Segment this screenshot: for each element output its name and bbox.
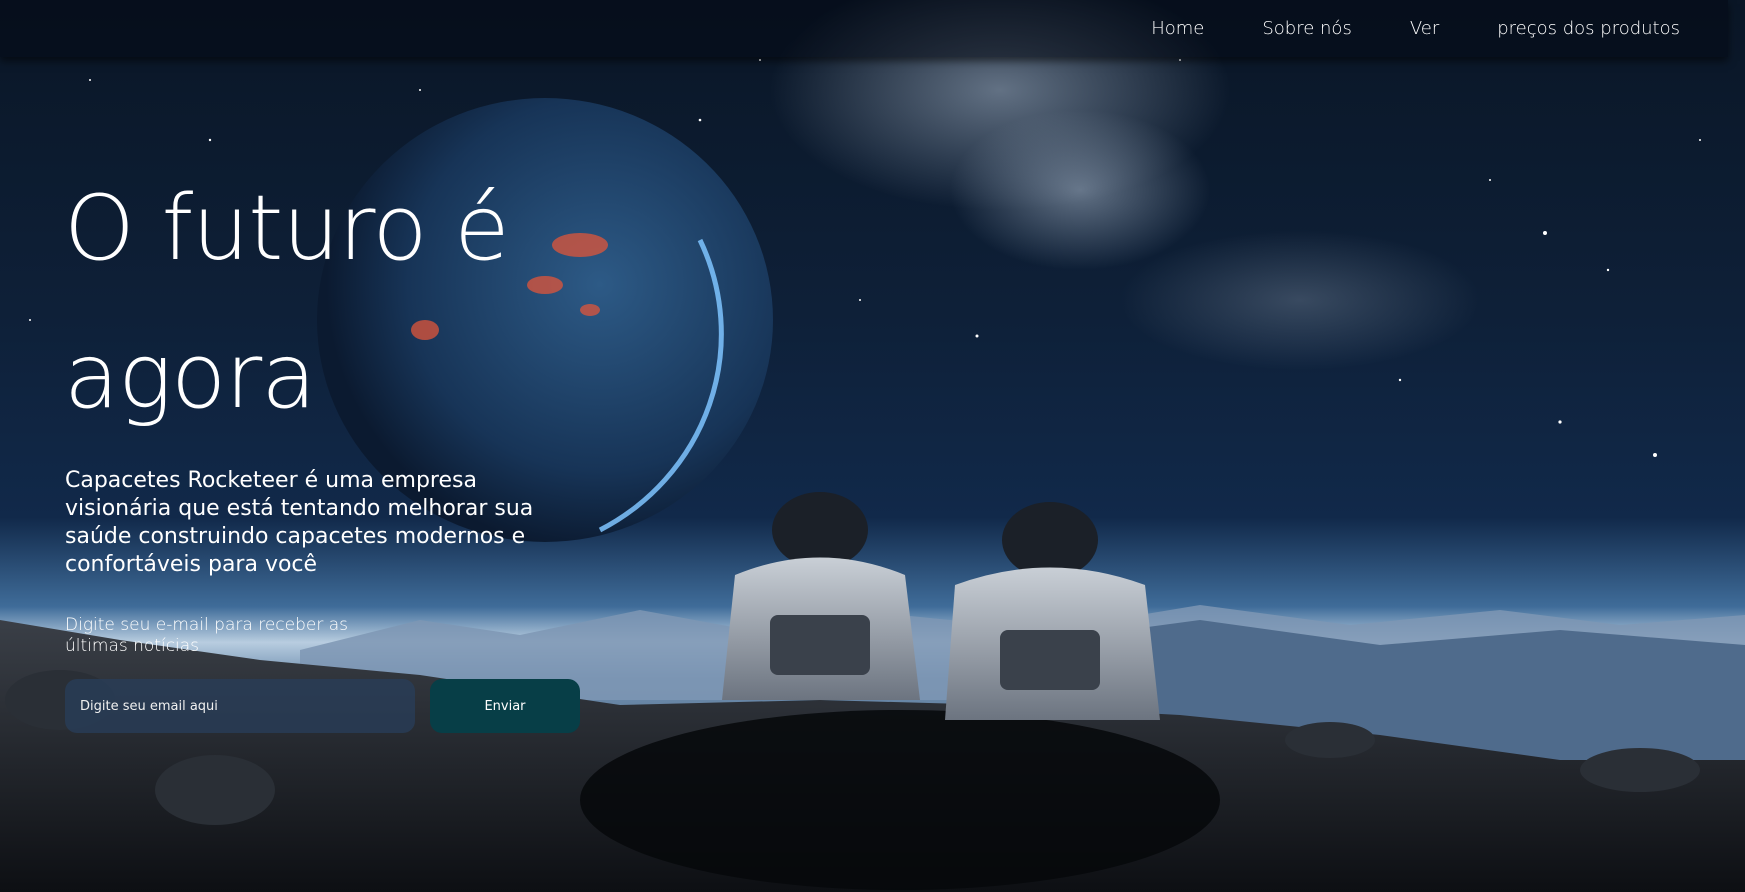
nav-links: Home Sobre nós Ver preços dos produtos — [1151, 0, 1680, 57]
email-input[interactable] — [65, 679, 415, 733]
submit-button[interactable]: Enviar — [430, 679, 580, 733]
hero-headline: O futuro é agora — [64, 176, 510, 429]
hero-description: Capacetes Rocketeer é uma empresa vision… — [65, 468, 534, 577]
hero-section: Home Sobre nós Ver preços dos produtos O… — [0, 0, 1745, 892]
newsletter-label: Digite seu e-mail para receber as última… — [65, 615, 348, 656]
nav-item-home: Home — [1151, 18, 1204, 39]
nav-item-about: Sobre nós — [1262, 18, 1351, 39]
nav-link-view[interactable]: Ver — [1410, 18, 1439, 39]
nav-link-home[interactable]: Home — [1151, 18, 1204, 39]
nav-link-prices[interactable]: preços dos produtos — [1497, 18, 1680, 39]
nav-item-prices: preços dos produtos — [1497, 18, 1680, 39]
top-navigation-bar: Home Sobre nós Ver preços dos produtos — [0, 0, 1728, 57]
nav-item-view: Ver — [1410, 18, 1439, 39]
nav-link-about[interactable]: Sobre nós — [1262, 18, 1351, 39]
